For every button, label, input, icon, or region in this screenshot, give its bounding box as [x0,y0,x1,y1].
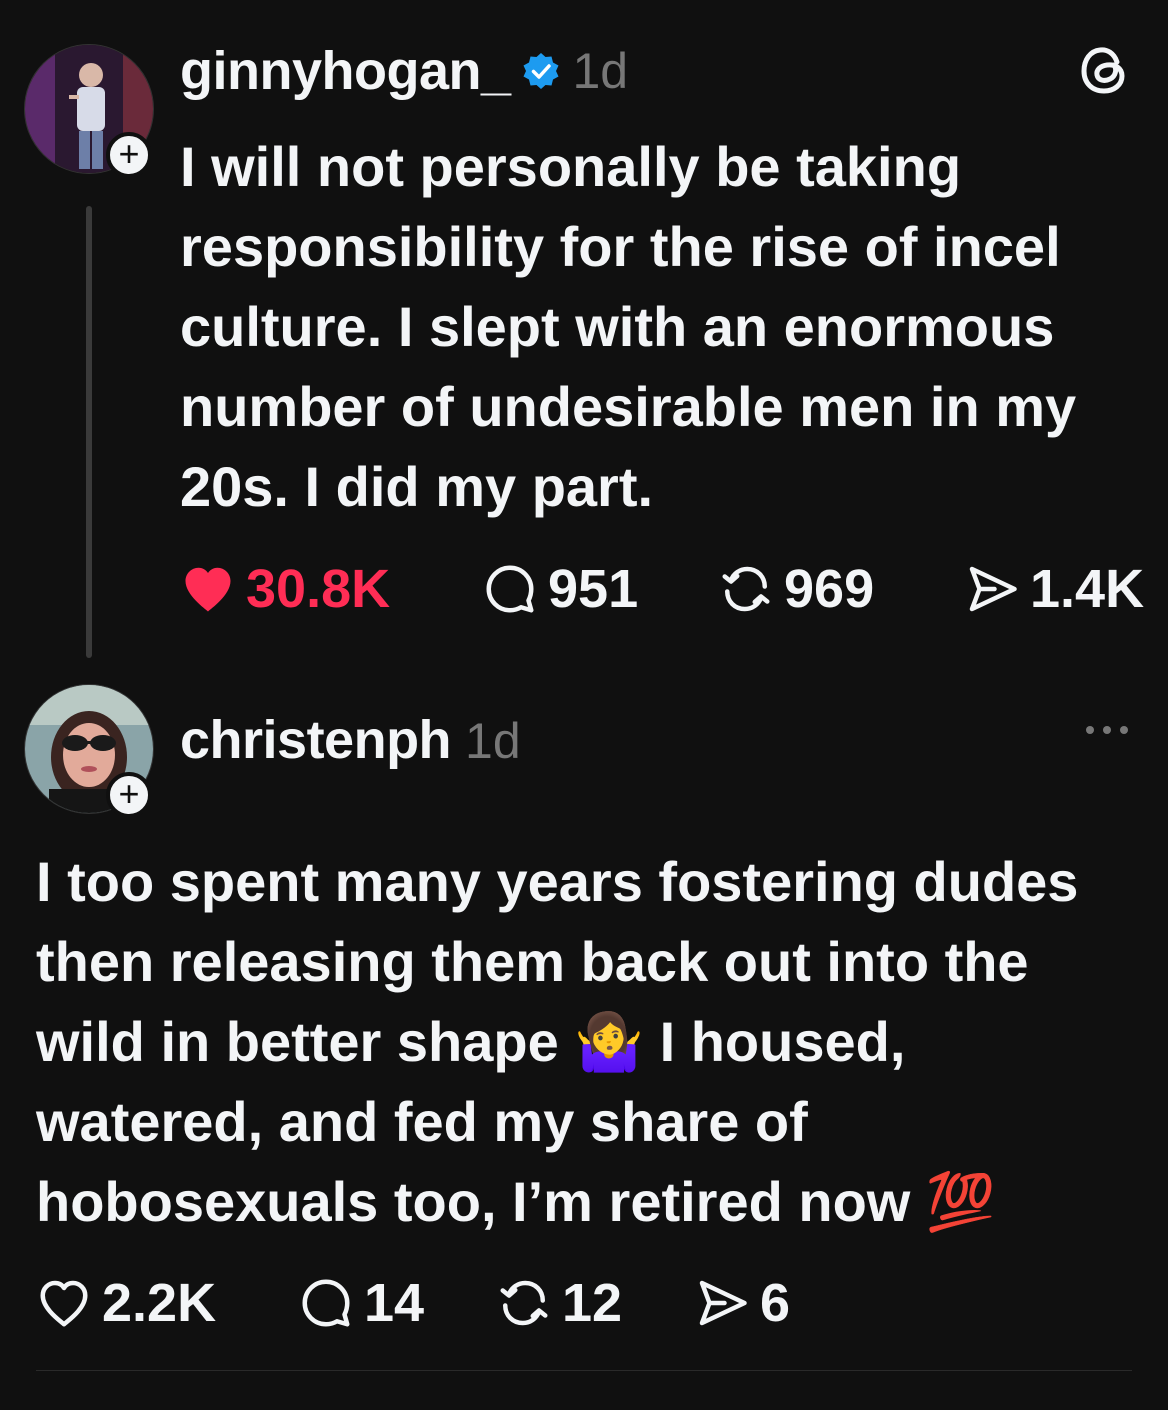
post-text: I will not personally be taking responsi… [180,135,1077,518]
repost-button[interactable]: 12 [494,1272,622,1334]
share-button[interactable]: 6 [692,1272,790,1334]
share-button[interactable]: 1.4K [962,558,1144,620]
threads-logo-icon[interactable] [1074,38,1138,107]
heart-filled-icon [178,559,246,619]
like-button[interactable]: 30.8K [178,558,390,620]
share-count: 1.4K [1030,559,1145,619]
repost-button[interactable]: 969 [716,558,874,620]
divider [36,1370,1132,1371]
reply-button[interactable]: 951 [480,558,638,620]
username[interactable]: christenph [180,709,452,771]
comment-icon [296,1273,364,1333]
thread-line [86,206,92,658]
repost-icon [716,559,784,619]
reply-time: 1d [465,713,521,769]
reply-button[interactable]: 14 [296,1272,424,1334]
follow-plus-button[interactable]: + [106,772,152,818]
reply-count: 14 [364,1273,425,1333]
follow-plus-button[interactable]: + [106,132,152,178]
more-options-icon[interactable] [1082,718,1132,747]
send-icon [692,1273,760,1333]
repost-count: 969 [784,559,875,619]
comment-icon [480,559,548,619]
like-button[interactable]: 2.2K [34,1272,216,1334]
repost-icon [494,1273,562,1333]
like-count: 2.2K [102,1273,217,1333]
username[interactable]: ginnyhogan_ [180,40,511,102]
post-time: 1d [572,43,629,99]
reply-count: 951 [548,559,639,619]
repost-count: 12 [562,1273,623,1333]
share-count: 6 [760,1273,791,1333]
reply-text: I too spent many years fostering dudes t… [36,850,1079,1233]
heart-outline-icon [34,1273,102,1333]
post-header: ginnyhogan_ 1d [180,40,628,102]
like-count: 30.8K [246,559,391,619]
send-icon [962,559,1030,619]
verified-badge-icon [521,51,561,91]
reply-header: christenph 1d [180,709,521,771]
